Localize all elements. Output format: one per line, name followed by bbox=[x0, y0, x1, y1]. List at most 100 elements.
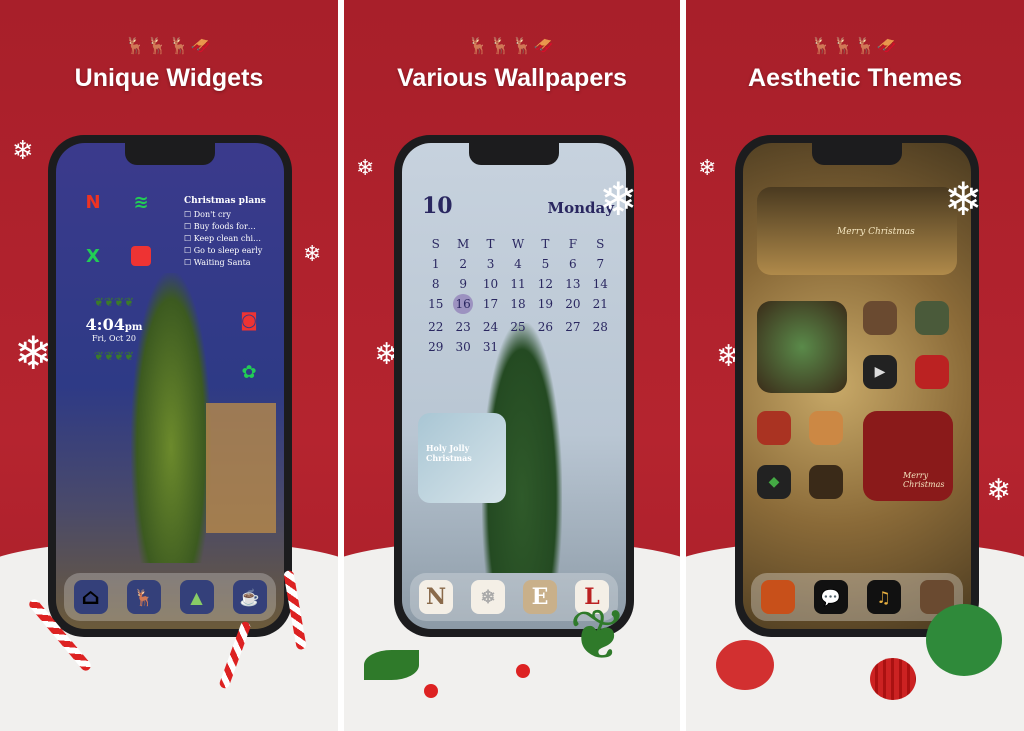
calendar-day-cell[interactable]: 11 bbox=[504, 277, 531, 291]
clock-date: Fri, Oct 20 bbox=[92, 334, 136, 343]
checklist-item[interactable]: ☐ Buy foods for… bbox=[184, 221, 266, 233]
banner-widget[interactable]: Merry Christmas bbox=[757, 187, 957, 275]
red-square-icon[interactable] bbox=[131, 246, 151, 266]
calendar-widget: 10 Monday S M T W T F S 1 2 3 4 5 6 7 8 9 10 11 12 13 14 15 16… bbox=[422, 193, 614, 354]
holly-leaf-icon bbox=[364, 650, 419, 680]
home-screen: Merry Christmas ▶ ◆ Merry Christmas 💬 ♫ bbox=[743, 143, 971, 629]
weekday-header: T bbox=[486, 237, 495, 251]
app-icon[interactable] bbox=[915, 355, 949, 389]
widget-title: Christmas plans bbox=[184, 196, 266, 206]
play-app-icon[interactable]: ▶ bbox=[863, 355, 897, 389]
layers-app-icon[interactable]: ◆ bbox=[757, 465, 791, 499]
house-app-icon[interactable]: ⌂ bbox=[73, 580, 108, 614]
snowflake-icon: ❄ bbox=[14, 326, 53, 380]
weekday-header: S bbox=[431, 237, 440, 251]
phone-mockup: N ≋ X ◙ ✿ Christmas plans ☐ Don't cry ☐ … bbox=[48, 135, 292, 637]
flower-icon[interactable]: ✿ bbox=[232, 355, 266, 389]
phone-mockup: Merry Christmas ▶ ◆ Merry Christmas 💬 ♫ bbox=[735, 135, 979, 637]
app-icon[interactable] bbox=[915, 301, 949, 335]
calendar-day-cell[interactable]: 8 bbox=[422, 277, 449, 291]
calendar-day-cell[interactable]: 31 bbox=[477, 340, 504, 354]
calendar-day-cell[interactable]: 6 bbox=[559, 257, 586, 271]
checklist-item[interactable]: ☐ Keep clean chi… bbox=[184, 233, 266, 245]
house-wallpaper bbox=[206, 403, 276, 533]
calendar-day-cell[interactable]: 23 bbox=[449, 320, 476, 334]
calendar-day-cell[interactable]: 29 bbox=[422, 340, 449, 354]
notch bbox=[469, 143, 559, 165]
calendar-day-cell[interactable]: 10 bbox=[477, 277, 504, 291]
calendar-day-cell[interactable]: 9 bbox=[449, 277, 476, 291]
garland-icon: ❦❦❦❦ bbox=[93, 349, 135, 363]
calendar-day-cell[interactable]: 22 bbox=[422, 320, 449, 334]
panel-various-wallpapers: 🦌🦌🦌🛷 Various Wallpapers ❄ ❄ 10 Monday SM… bbox=[344, 0, 680, 731]
ornament-icon bbox=[926, 604, 1002, 676]
x-icon[interactable]: X bbox=[76, 239, 110, 273]
calendar-day-cell[interactable]: 7 bbox=[587, 257, 614, 271]
calendar-day-cell[interactable]: 27 bbox=[559, 320, 586, 334]
calendar-day-cell[interactable]: 1 bbox=[422, 257, 449, 271]
checklist-item[interactable]: ☐ Waiting Santa bbox=[184, 257, 266, 269]
calendar-day-cell[interactable]: 30 bbox=[449, 340, 476, 354]
checklist-item[interactable]: ☐ Go to sleep early bbox=[184, 245, 266, 257]
weekday-header: S bbox=[596, 237, 605, 251]
calendar-day-cell[interactable]: 19 bbox=[532, 297, 559, 314]
calendar-day-cell[interactable]: 21 bbox=[587, 297, 614, 314]
app-icon[interactable] bbox=[809, 411, 843, 445]
calendar-day-cell[interactable]: 14 bbox=[587, 277, 614, 291]
calendar-day-cell[interactable]: 25 bbox=[504, 320, 531, 334]
calendar-day-cell[interactable]: 16 bbox=[449, 294, 476, 314]
calendar-day-cell[interactable]: 17 bbox=[477, 297, 504, 314]
calendar-day-cell[interactable]: 12 bbox=[532, 277, 559, 291]
snowflake-icon: ❄ bbox=[356, 156, 375, 181]
garland-icon: ❦❦❦❦ bbox=[93, 295, 135, 309]
dock-app[interactable] bbox=[760, 580, 795, 614]
calendar-day-cell[interactable]: 4 bbox=[504, 257, 531, 271]
snowflake-icon: ❄ bbox=[12, 136, 34, 166]
app-icon[interactable] bbox=[757, 411, 791, 445]
dock-app-e[interactable]: E bbox=[523, 580, 557, 614]
sleigh-icon: 🦌🦌🦌🛷 bbox=[125, 36, 213, 55]
music-app-icon[interactable]: ♫ bbox=[866, 580, 901, 614]
app-icon[interactable] bbox=[809, 465, 843, 499]
snowflake-icon: ❄ bbox=[599, 172, 638, 226]
checklist-item[interactable]: ☐ Don't cry bbox=[184, 209, 266, 221]
checklist-widget: Christmas plans ☐ Don't cry ☐ Buy foods … bbox=[184, 195, 266, 269]
snow-globe-widget[interactable] bbox=[757, 301, 847, 393]
calendar-grid: S M T W T F S 1 2 3 4 5 6 7 8 9 10 11 12 13 14 15 16 17 18 19 20 21… bbox=[422, 237, 614, 354]
calendar-day-cell[interactable]: 28 bbox=[587, 320, 614, 334]
panel-title: Unique Widgets bbox=[74, 64, 264, 92]
calendar-day-cell[interactable]: 26 bbox=[532, 320, 559, 334]
card-widget[interactable]: Merry Christmas bbox=[863, 411, 953, 501]
calendar-day-cell[interactable]: 18 bbox=[504, 297, 531, 314]
home-screen: 10 Monday S M T W T F S 1 2 3 4 5 6 7 8 9 10 11 12 13 14 15 16… bbox=[402, 143, 626, 629]
weekday-header: W bbox=[511, 237, 525, 251]
phone-mockup: 10 Monday S M T W T F S 1 2 3 4 5 6 7 8 9 10 11 12 13 14 15 16… bbox=[394, 135, 634, 637]
calendar-day-cell[interactable]: 15 bbox=[422, 297, 449, 314]
reindeer-app-icon[interactable]: 🦌 bbox=[126, 580, 161, 614]
cup-app-icon[interactable]: ☕ bbox=[232, 580, 267, 614]
berry-icon bbox=[424, 684, 438, 698]
messages-app-icon[interactable]: 💬 bbox=[813, 580, 848, 614]
weekday-header: T bbox=[541, 237, 550, 251]
photo-widget[interactable]: Holy Jolly Christmas bbox=[418, 413, 506, 503]
dock-app-snowflake[interactable]: ❄ bbox=[471, 580, 505, 614]
dock-app-n[interactable]: N bbox=[419, 580, 453, 614]
calendar-day-cell[interactable]: 13 bbox=[559, 277, 586, 291]
dock: ⌂ 🦌 ▲ ☕ bbox=[64, 573, 276, 621]
camera-icon[interactable]: ◙ bbox=[232, 303, 266, 337]
tree-app-icon[interactable]: ▲ bbox=[179, 580, 214, 614]
spotify-icon[interactable]: ≋ bbox=[124, 185, 158, 219]
calendar-day-cell[interactable]: 2 bbox=[449, 257, 476, 271]
app-icon[interactable] bbox=[863, 301, 897, 335]
snowflake-icon: ❄ bbox=[944, 172, 983, 226]
calendar-day-cell[interactable]: 5 bbox=[532, 257, 559, 271]
weekday-header: F bbox=[568, 237, 578, 251]
calendar-day-cell[interactable]: 3 bbox=[477, 257, 504, 271]
calendar-day: 10 bbox=[422, 193, 453, 219]
snowflake-icon: ❄ bbox=[303, 242, 322, 267]
calendar-day-cell[interactable]: 20 bbox=[559, 297, 586, 314]
home-screen: N ≋ X ◙ ✿ Christmas plans ☐ Don't cry ☐ … bbox=[56, 143, 284, 629]
snowflake-icon: ❄ bbox=[698, 156, 717, 181]
netflix-icon[interactable]: N bbox=[76, 185, 110, 219]
calendar-day-cell[interactable]: 24 bbox=[477, 320, 504, 334]
